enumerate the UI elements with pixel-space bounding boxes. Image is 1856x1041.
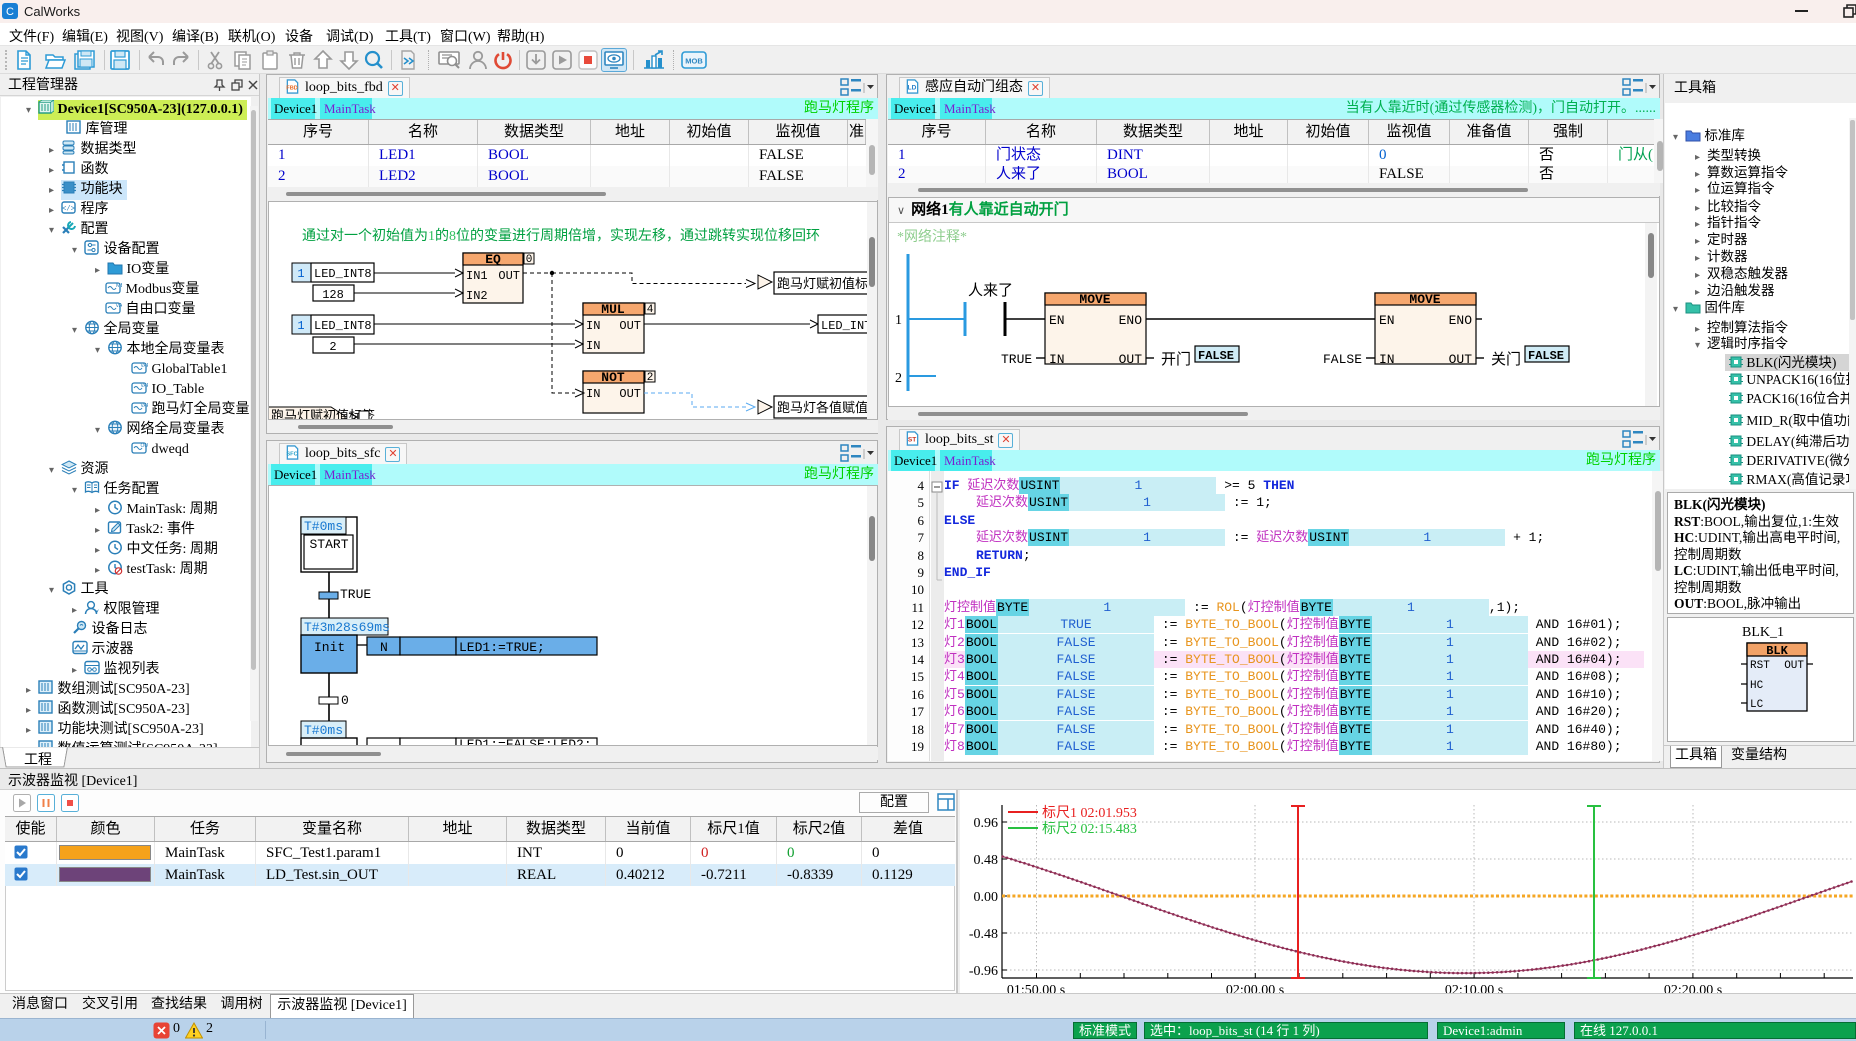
svg-text:VA: VA	[116, 303, 123, 309]
svg-text:OUT: OUT	[1784, 660, 1804, 672]
svg-text:C: C	[6, 6, 14, 18]
svg-text:-0.48: -0.48	[969, 927, 998, 942]
svg-text:T#0ms: T#0ms	[304, 723, 343, 738]
svg-text:IN1: IN1	[466, 269, 488, 283]
svg-text:IN: IN	[586, 387, 600, 401]
svg-text:关门: 关门	[1491, 351, 1521, 368]
svg-text:OUT: OUT	[498, 269, 520, 283]
svg-text:</>: </>	[62, 206, 75, 214]
svg-text:MOVE: MOVE	[1409, 292, 1440, 307]
svg-text:VAR: VAR	[141, 403, 149, 409]
svg-text:BLK_1: BLK_1	[1742, 625, 1784, 640]
svg-text:128: 128	[322, 288, 344, 302]
svg-text:标尺1 02:01.953: 标尺1 02:01.953	[1042, 805, 1137, 821]
svg-text:LC: LC	[1750, 699, 1764, 711]
svg-text:1: 1	[297, 319, 304, 333]
svg-text:ENO: ENO	[1119, 313, 1143, 328]
svg-text:T#3m28s69ms: T#3m28s69ms	[304, 620, 390, 635]
svg-text:FALSE: FALSE	[1528, 349, 1564, 363]
svg-text:OUT: OUT	[619, 387, 641, 401]
svg-text:MB: MB	[116, 283, 122, 289]
svg-text:N: N	[380, 640, 388, 655]
svg-text:1: 1	[895, 313, 902, 328]
svg-text:人来了: 人来了	[968, 282, 1013, 299]
svg-text:OUT: OUT	[141, 443, 149, 449]
svg-text:2: 2	[329, 340, 336, 354]
svg-text:EN: EN	[1049, 313, 1065, 328]
svg-text:LD: LD	[908, 84, 917, 91]
svg-text:0.96: 0.96	[974, 816, 999, 831]
svg-text:2: 2	[895, 371, 902, 386]
svg-text:IN2: IN2	[466, 289, 488, 303]
svg-text:ENO: ENO	[1449, 313, 1473, 328]
svg-text:4: 4	[647, 304, 654, 316]
svg-text:EQ: EQ	[485, 252, 501, 267]
svg-text:LED1:=FALSE;LED2:: LED1:=FALSE;LED2:	[459, 737, 592, 746]
svg-text:MOB: MOB	[685, 57, 703, 66]
svg-text:START: START	[309, 537, 348, 552]
svg-text:1: 1	[297, 267, 304, 281]
svg-text:LED_INT8: LED_INT8	[314, 267, 372, 281]
svg-text:开门: 开门	[1161, 351, 1191, 368]
svg-text:FBD: FBD	[286, 85, 298, 91]
svg-text:EN: EN	[1379, 313, 1395, 328]
svg-text:2: 2	[647, 372, 654, 384]
svg-text:通过对一个初始值为1的8位的变量进行周期倍增，实现左移，通过: 通过对一个初始值为1的8位的变量进行周期倍增，实现左移，通过跳转实现位移回环	[302, 227, 820, 244]
svg-text:FALSE: FALSE	[1323, 352, 1362, 367]
svg-text:OUT: OUT	[1449, 352, 1473, 367]
svg-text:0.48: 0.48	[974, 853, 999, 868]
svg-text:T#0ms: T#0ms	[304, 519, 343, 534]
svg-text:IN: IN	[586, 339, 600, 353]
svg-text:LED1:=TRUE;: LED1:=TRUE;	[459, 640, 545, 655]
svg-text:LED_INT8: LED_INT8	[314, 319, 372, 333]
svg-text:TRUE: TRUE	[340, 587, 371, 602]
svg-text:0: 0	[341, 693, 349, 708]
svg-text:MOVE: MOVE	[1079, 292, 1110, 307]
svg-text:0: 0	[526, 254, 533, 266]
svg-text:VAR: VAR	[141, 363, 149, 369]
svg-text:IN: IN	[1379, 352, 1395, 367]
svg-text:HC: HC	[1750, 680, 1764, 692]
svg-text:TRUE: TRUE	[1001, 352, 1032, 367]
svg-text:BLK: BLK	[1766, 644, 1788, 658]
svg-text:ST: ST	[908, 436, 916, 443]
svg-text:NOT: NOT	[601, 370, 625, 385]
svg-text:Init: Init	[314, 640, 345, 655]
svg-text:跑马灯各值赋值标: 跑马灯各值赋值标	[777, 400, 877, 415]
svg-text:LED_INT: LED_INT	[821, 319, 871, 333]
svg-text:SFC: SFC	[286, 451, 297, 457]
svg-text:RST: RST	[1750, 660, 1770, 672]
svg-text:标尺2 02:15.483: 标尺2 02:15.483	[1042, 821, 1137, 837]
svg-text:IN: IN	[586, 319, 600, 333]
svg-text:OUT: OUT	[1119, 352, 1143, 367]
svg-text:FALSE: FALSE	[1198, 349, 1234, 363]
svg-text:IN: IN	[1049, 352, 1065, 367]
svg-text:OUT: OUT	[619, 319, 641, 333]
svg-text:VAR: VAR	[141, 383, 149, 389]
svg-text:跑马灯赋初值标: 跑马灯赋初值标	[777, 276, 868, 291]
svg-text:MUL: MUL	[601, 302, 625, 317]
svg-text:-0.96: -0.96	[969, 964, 998, 979]
svg-text:0.00: 0.00	[974, 890, 999, 905]
